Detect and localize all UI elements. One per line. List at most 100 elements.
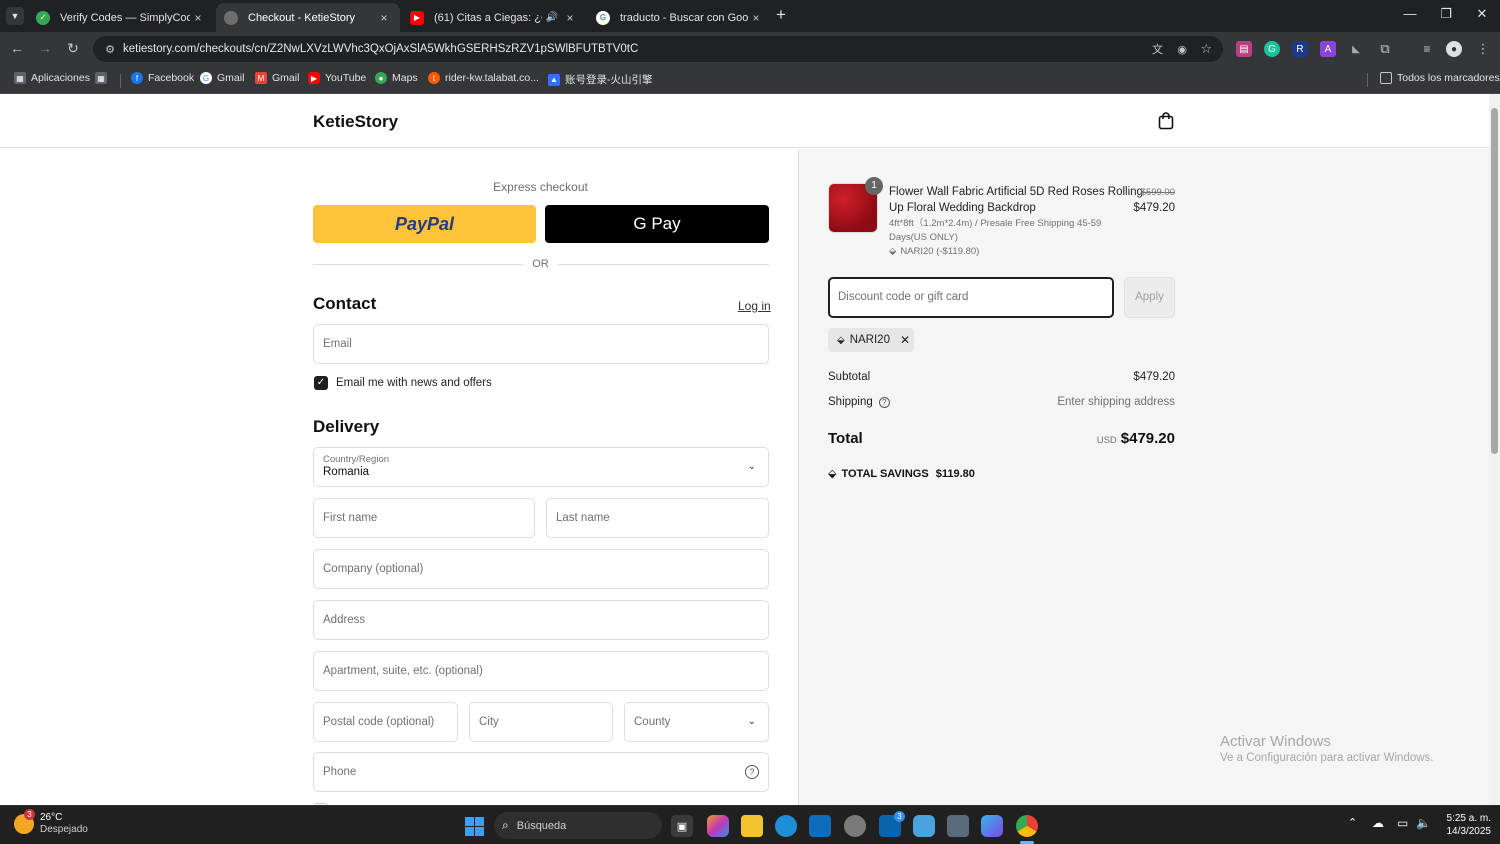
bookmark-youtube[interactable]: ▶ YouTube	[308, 72, 366, 84]
last-name-field[interactable]: Last name	[546, 498, 769, 538]
applied-code-tag[interactable]: ⬙ NARI20 ✕	[828, 328, 914, 352]
taskbar-search[interactable]: ⌕ Búsqueda	[494, 812, 662, 839]
city-placeholder: City	[479, 716, 499, 728]
onedrive-icon[interactable]: ☁	[1372, 816, 1384, 830]
bookmark-label: Todos los marcadores	[1397, 72, 1500, 84]
first-name-field[interactable]: First name	[313, 498, 535, 538]
county-select[interactable]: County ⌄	[624, 702, 769, 742]
close-icon[interactable]: ×	[376, 11, 392, 25]
reload-icon[interactable]: ↻	[63, 40, 83, 57]
apply-button[interactable]: Apply	[1124, 277, 1175, 318]
help-icon[interactable]: ?	[745, 765, 759, 779]
help-icon[interactable]: ?	[878, 397, 890, 408]
puzzle-icon[interactable]: ⧉	[1377, 41, 1393, 57]
remove-code-icon[interactable]: ✕	[900, 333, 910, 347]
country-select[interactable]: Country/Region Romania ⌄	[313, 447, 769, 487]
audio-icon[interactable]: 🔊	[546, 12, 558, 23]
bookmark-gmail[interactable]: M Gmail	[255, 72, 299, 84]
volume-icon[interactable]: 🔈	[1416, 816, 1431, 830]
app-diamond-icon[interactable]	[981, 815, 1003, 837]
browser-toolbar: ← → ↻ ⚙ ketiestory.com/checkouts/cn/Z2Nw…	[0, 32, 1500, 66]
or-divider-label: OR	[532, 258, 549, 270]
postal-code-field[interactable]: Postal code (optional)	[313, 702, 458, 742]
outlook-icon[interactable]: 3	[879, 811, 905, 837]
bookmarks-bar: ▦ Aplicaciones ▦ f Facebook G Gmail M Gmail …	[0, 66, 1500, 94]
newsletter-checkbox[interactable]: ✓	[314, 376, 328, 390]
star-icon[interactable]: ☆	[1200, 41, 1212, 57]
apartment-field[interactable]: Apartment, suite, etc. (optional)	[313, 651, 769, 691]
store-logo[interactable]: KetieStory	[313, 112, 398, 132]
paypal-button[interactable]: PayPal	[313, 205, 536, 243]
close-window-icon[interactable]: ✕	[1468, 6, 1496, 22]
close-icon[interactable]: ×	[190, 11, 206, 25]
chrome-icon[interactable]	[1016, 815, 1038, 837]
bookmark-grid[interactable]: ▦	[95, 72, 112, 84]
extension-icon[interactable]: ▤	[1236, 41, 1252, 57]
task-view-icon[interactable]: ▣	[671, 815, 693, 837]
windows-start-icon[interactable]	[463, 815, 485, 837]
extension-dark-icon[interactable]: ◣	[1348, 41, 1364, 57]
copilot-icon[interactable]	[707, 815, 729, 837]
address-bar[interactable]: ⚙ ketiestory.com/checkouts/cn/Z2NwLXVzLW…	[93, 36, 1223, 62]
translate-icon[interactable]: 文	[1152, 41, 1163, 57]
chat-app-icon[interactable]	[913, 815, 935, 837]
close-icon[interactable]: ×	[562, 11, 578, 25]
profile-avatar[interactable]: ●	[1446, 41, 1462, 57]
tab-simplycodes[interactable]: ✓ Verify Codes — SimplyCodes ×	[28, 3, 214, 32]
grammarly-icon[interactable]: G	[1264, 41, 1280, 57]
remote-desktop-icon[interactable]	[947, 815, 969, 837]
clock[interactable]: 5:25 a. m. 14/3/2025	[1436, 812, 1492, 838]
eye-off-icon[interactable]: ◉	[1177, 43, 1187, 56]
media-icon[interactable]: ≡	[1419, 41, 1435, 57]
email-field[interactable]: Email	[313, 324, 769, 364]
country-label: Country/Region	[323, 454, 390, 465]
tab-title: Verify Codes — SimplyCodes	[60, 11, 190, 24]
shopping-bag-icon[interactable]	[1158, 112, 1174, 130]
close-icon[interactable]: ×	[748, 11, 764, 25]
forward-icon[interactable]: →	[35, 40, 55, 56]
address-field[interactable]: Address	[313, 600, 769, 640]
chevron-down-icon: ⌄	[747, 461, 756, 472]
discount-code-input[interactable]: Discount code or gift card	[828, 277, 1114, 318]
tab-google[interactable]: G traducto - Buscar con Google ×	[588, 3, 772, 32]
total-label: Total	[828, 430, 863, 447]
company-field[interactable]: Company (optional)	[313, 549, 769, 589]
item-discount: ⬙ NARI20 (-$119.80)	[889, 246, 979, 257]
extension-a-icon[interactable]: A	[1320, 41, 1336, 57]
menu-icon[interactable]: ⋮	[1475, 41, 1491, 57]
minimize-icon[interactable]: —	[1396, 6, 1424, 21]
phone-field[interactable]: Phone ?	[313, 752, 769, 792]
tab-youtube[interactable]: ▶ (61) Citas a Ciegas: ¿Cuál N 🔊 ×	[402, 3, 586, 32]
tab-checkout[interactable]: Checkout - KetieStory ×	[216, 3, 400, 32]
chevron-up-icon[interactable]: ⌃	[1348, 816, 1357, 829]
network-icon[interactable]: ▭	[1397, 816, 1408, 830]
gmail-icon: M	[255, 72, 267, 84]
bookmark-gmail-google[interactable]: G Gmail	[200, 72, 244, 84]
scrollbar-thumb[interactable]	[1491, 108, 1498, 454]
bookmark-maps[interactable]: ● Maps	[375, 72, 418, 84]
weather-widget[interactable]: 3 26°C Despejado	[14, 809, 88, 836]
new-tab-button[interactable]: +	[776, 5, 786, 25]
store-icon[interactable]	[809, 815, 831, 837]
google-pay-button[interactable]: G Pay	[545, 205, 769, 243]
back-icon[interactable]: ←	[7, 40, 27, 56]
bookmark-talabat[interactable]: t rider-kw.talabat.co...	[428, 72, 539, 84]
extension-r-icon[interactable]: R	[1292, 41, 1308, 57]
edge-icon[interactable]	[775, 815, 797, 837]
login-link[interactable]: Log in	[738, 299, 771, 313]
google-pay-logo: G Pay	[633, 214, 681, 233]
product-title-line: Flower Wall Fabric Artificial 5D Red Ros…	[889, 186, 1143, 198]
tab-search-button[interactable]: ▼	[6, 7, 24, 25]
file-explorer-icon[interactable]	[741, 815, 763, 837]
city-field[interactable]: City	[469, 702, 613, 742]
tag-icon: ⬙	[828, 468, 837, 480]
bookmark-facebook[interactable]: f Facebook	[131, 72, 194, 84]
bookmark-apps[interactable]: ▦ Aplicaciones	[14, 72, 90, 84]
app-icon[interactable]	[844, 815, 866, 837]
restore-icon[interactable]: ❐	[1432, 6, 1460, 22]
maps-pin-icon: ●	[375, 72, 387, 84]
all-bookmarks[interactable]: Todos los marcadores	[1380, 72, 1500, 84]
bookmark-volcengine[interactable]: ▲ 账号登录-火山引擎	[548, 72, 653, 87]
site-info-icon[interactable]: ⚙	[99, 43, 121, 56]
shipping-label-text: Shipping	[828, 396, 873, 408]
